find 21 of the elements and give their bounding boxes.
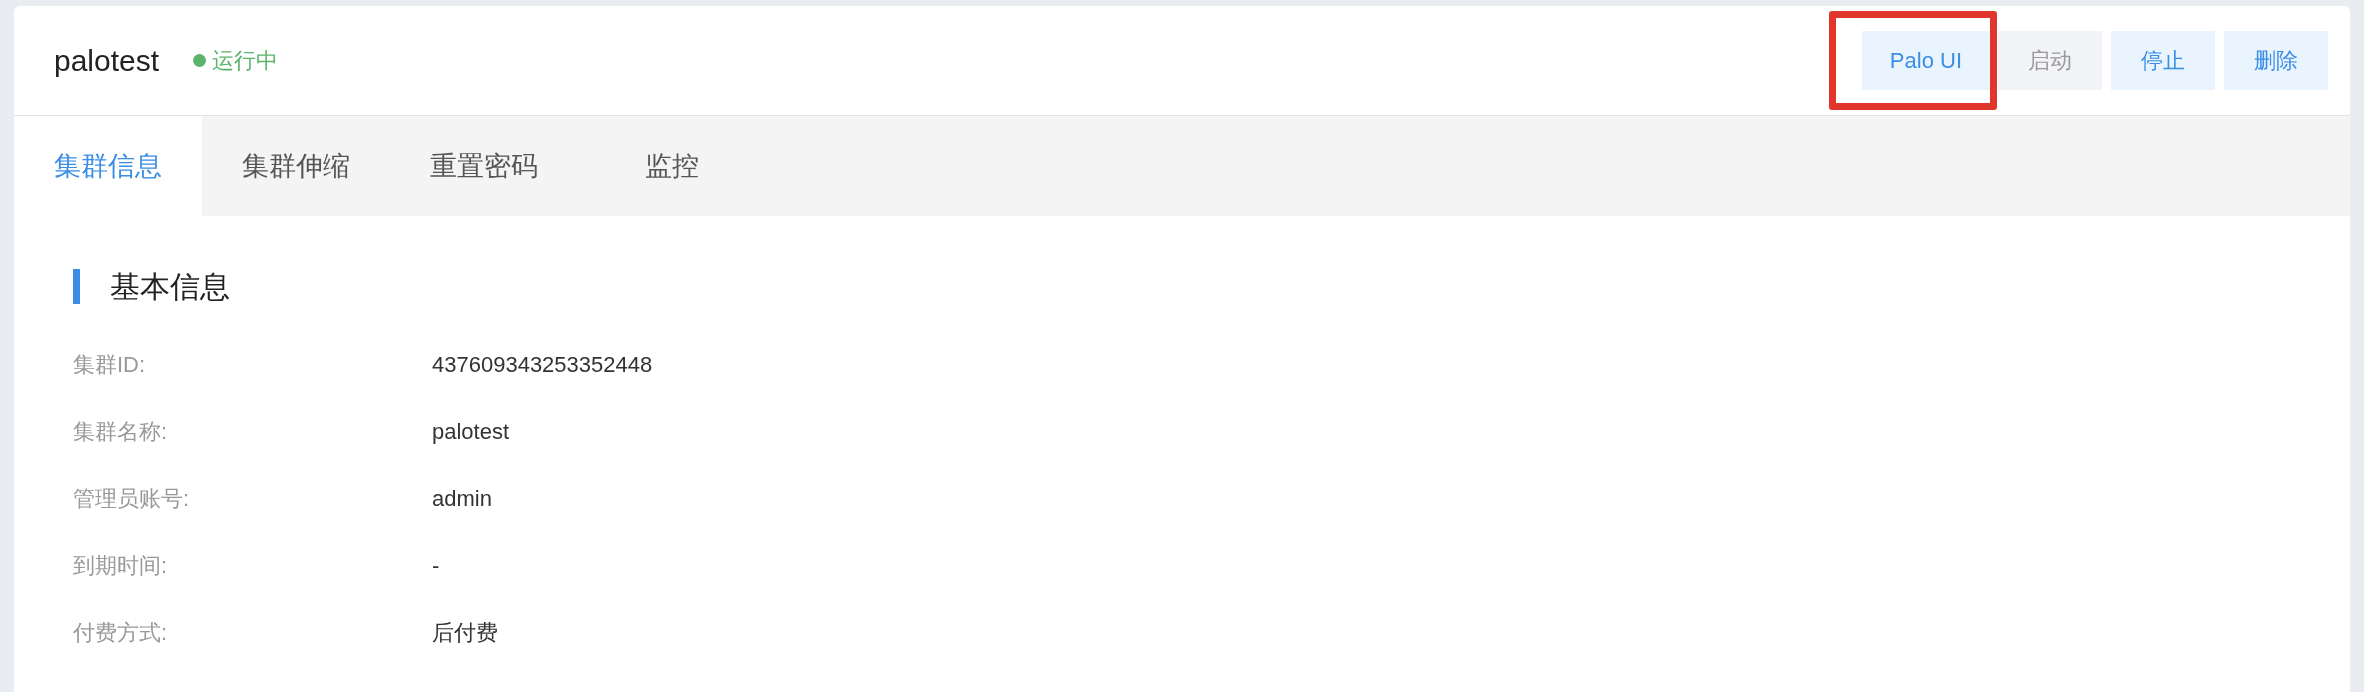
tab[interactable]: 监控 — [578, 116, 766, 216]
action-button[interactable]: 停止 — [2111, 31, 2215, 90]
section-accent-bar — [73, 269, 80, 304]
section-title: 基本信息 — [110, 269, 230, 305]
field-label: 管理员账号: — [73, 485, 191, 513]
field-value: 437609343253352448 — [432, 351, 653, 379]
action-button[interactable]: 删除 — [2224, 31, 2328, 90]
tab[interactable]: 集群伸缩 — [202, 116, 390, 216]
tab[interactable]: 重置密码 — [390, 116, 578, 216]
field-label: 集群名称: — [73, 418, 169, 446]
field-value: - — [432, 552, 440, 580]
tab[interactable]: 集群信息 — [14, 116, 202, 216]
field-value: admin — [432, 485, 492, 513]
action-button[interactable]: Palo UI — [1861, 31, 1990, 90]
cluster-title: palotest — [54, 43, 160, 79]
status-label: 运行中 — [212, 47, 279, 75]
field-value: palotest — [432, 418, 510, 446]
field-label: 集群ID: — [73, 351, 147, 379]
field-value: 后付费 — [432, 619, 498, 647]
field-label: 付费方式: — [73, 619, 169, 647]
field-label: 到期时间: — [73, 552, 169, 580]
